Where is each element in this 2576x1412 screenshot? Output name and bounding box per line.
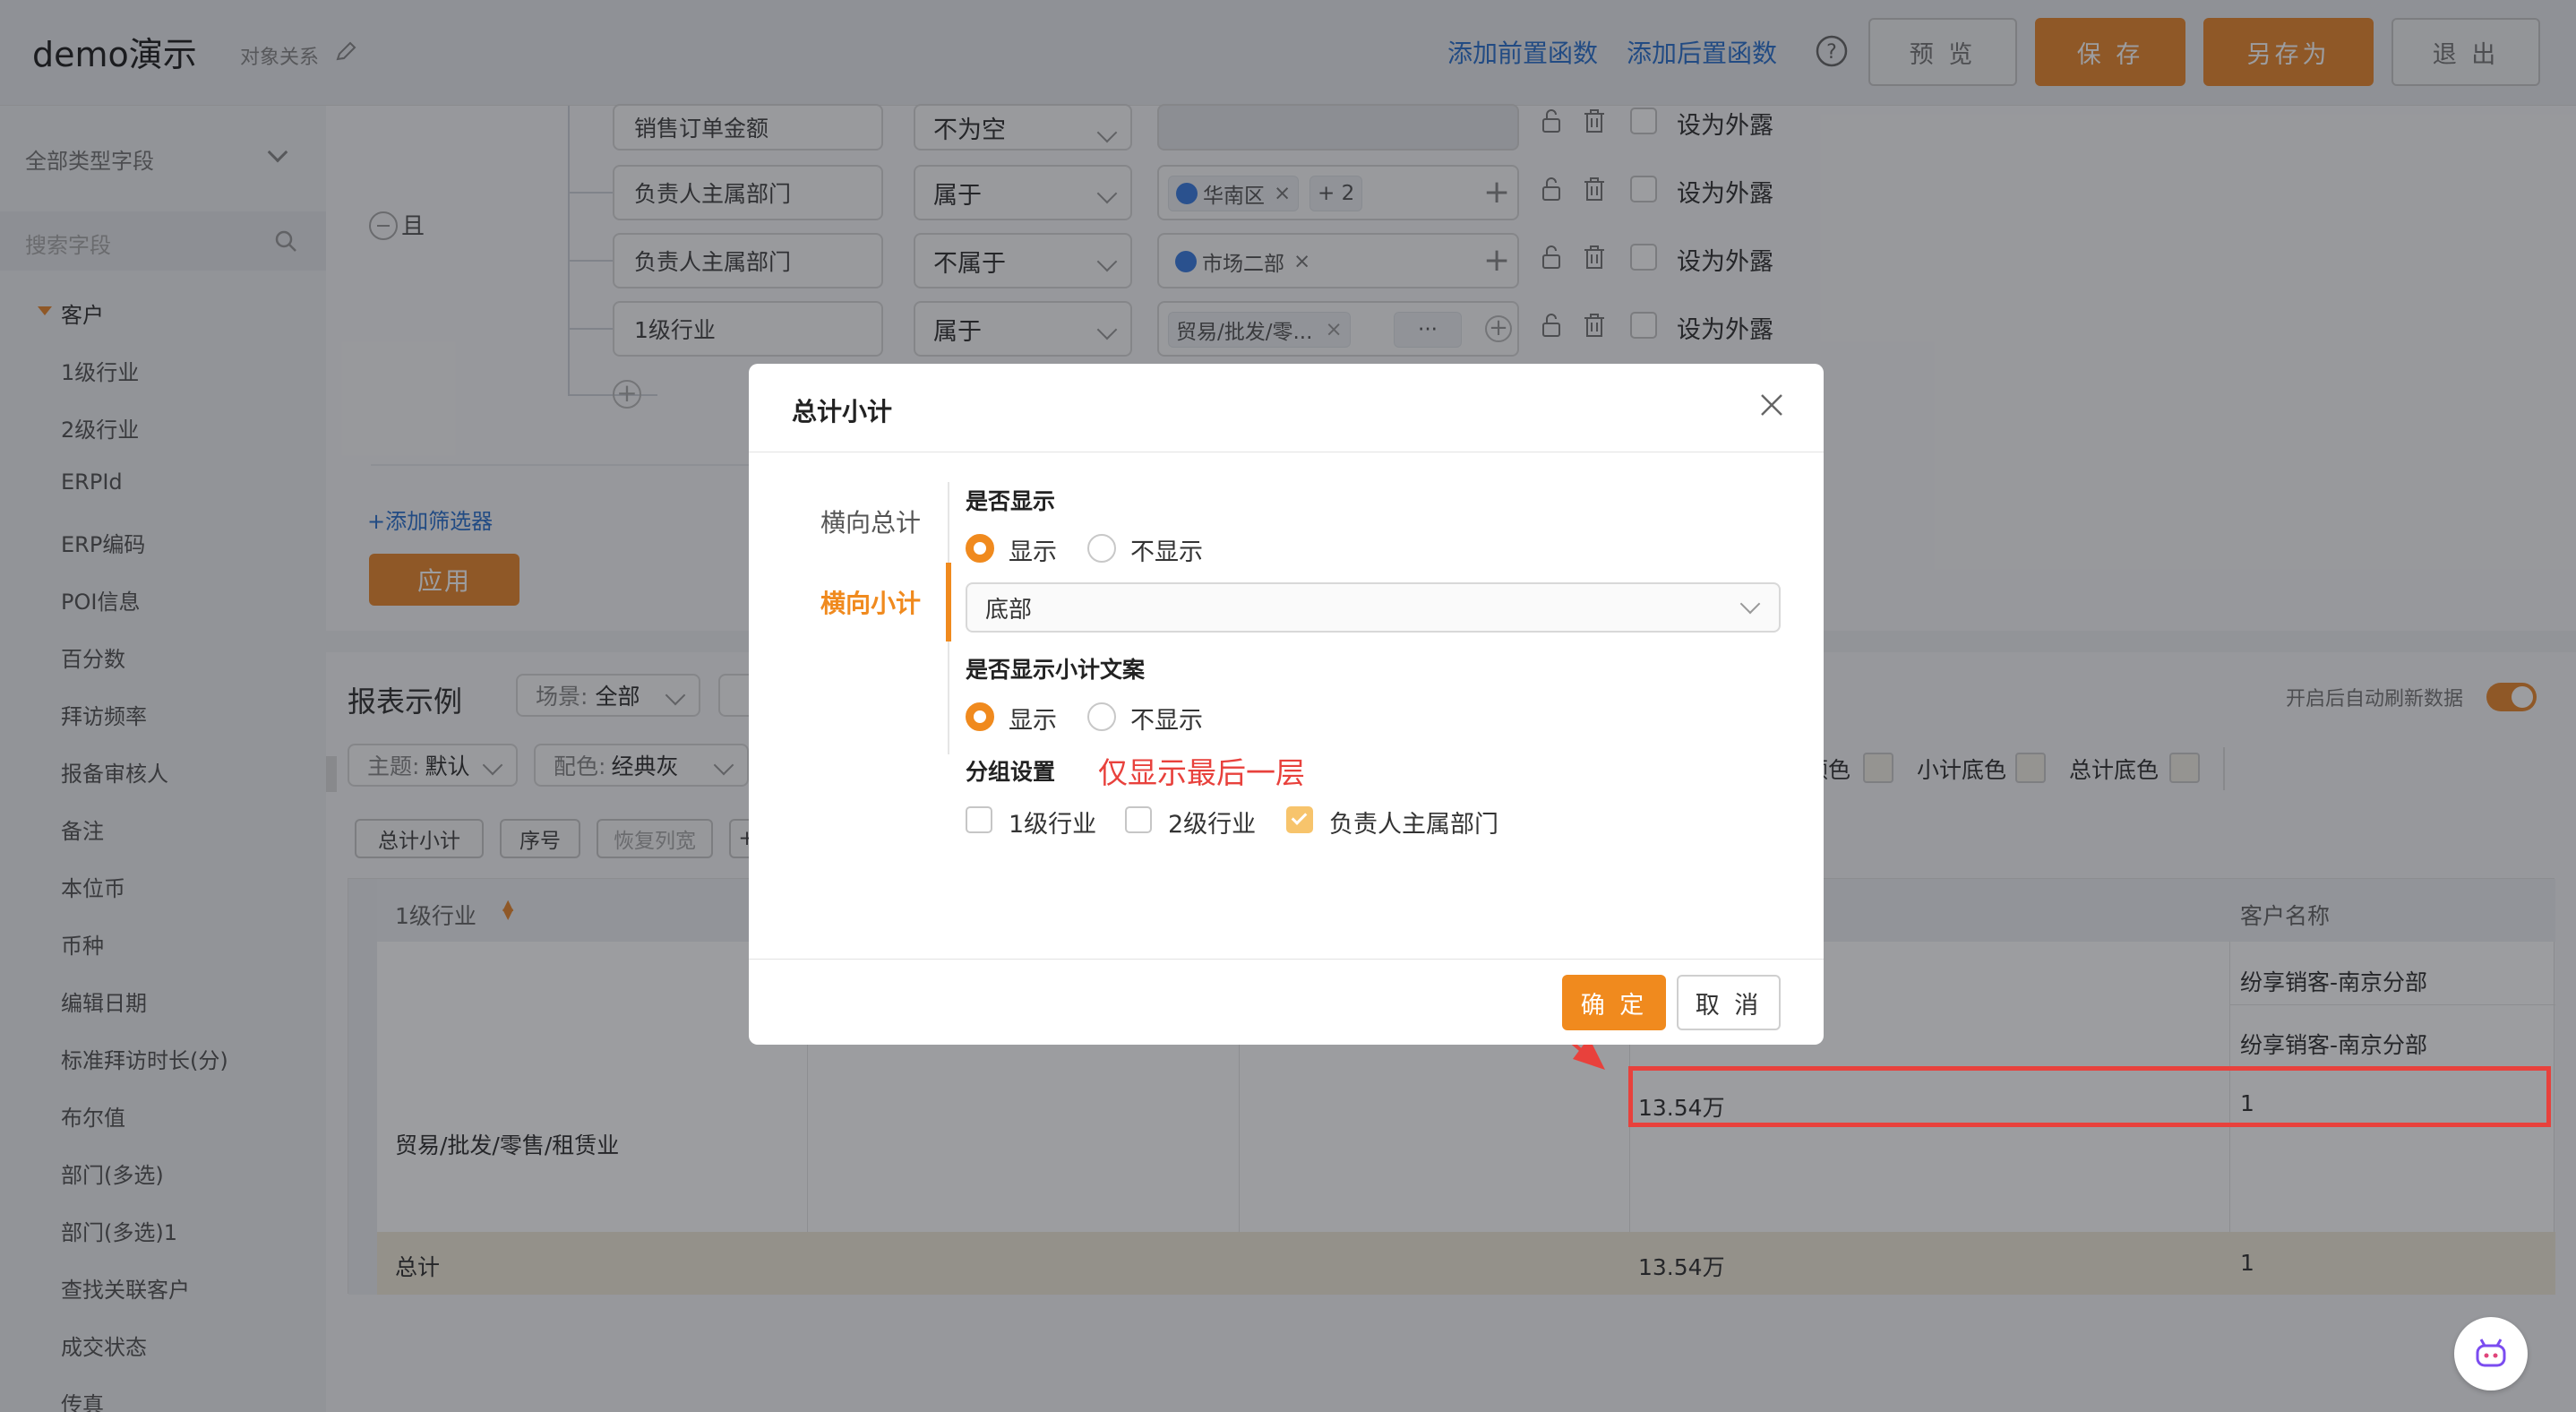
show-label: 是否显示: [966, 488, 1056, 514]
active-tab-indicator: [946, 563, 951, 641]
text-radio-yes[interactable]: [966, 702, 994, 731]
highlight-box: [1628, 1066, 2551, 1127]
group-option-1: 2级行业: [1168, 811, 1257, 839]
subtotal-modal: 总计小计 横向总计 横向小计 是否显示 显示 不显示 底部 是否显示小计文案 显…: [749, 364, 1824, 1045]
cancel-button[interactable]: 取 消: [1677, 975, 1781, 1030]
modal-footer-divider: [749, 959, 1824, 960]
show-text-label: 是否显示小计文案: [966, 657, 1146, 683]
tab-horizontal-total[interactable]: 横向总计: [820, 504, 921, 539]
text-radio-no[interactable]: [1087, 702, 1116, 731]
check-icon: [1291, 809, 1308, 825]
position-value: 底部: [985, 596, 1033, 624]
assistant-bubble[interactable]: [2454, 1317, 2528, 1390]
tab-horizontal-subtotal[interactable]: 横向小计: [820, 584, 921, 620]
text-option-no: 不显示: [1130, 707, 1203, 735]
confirm-button[interactable]: 确 定: [1562, 975, 1666, 1030]
group-checkbox-2[interactable]: [1286, 806, 1313, 833]
group-checkbox-1[interactable]: [1125, 806, 1152, 833]
group-checkbox-0[interactable]: [966, 806, 992, 833]
group-option-0: 1级行业: [1009, 811, 1097, 839]
show-option-no: 不显示: [1130, 538, 1203, 566]
modal-title: 总计小计: [792, 397, 893, 426]
position-select[interactable]: 底部: [966, 582, 1781, 633]
group-settings-label: 分组设置: [966, 759, 1056, 785]
show-radio-no[interactable]: [1087, 534, 1116, 563]
chevron-down-icon: [1739, 593, 1761, 615]
show-option-yes: 显示: [1009, 538, 1057, 566]
close-icon[interactable]: [1757, 391, 1786, 419]
annotation-text: 仅显示最后一层: [1098, 755, 1305, 790]
robot-icon: [2476, 1339, 2506, 1367]
show-radio-yes[interactable]: [966, 534, 994, 563]
group-option-2: 负责人主属部门: [1329, 811, 1498, 839]
text-option-yes: 显示: [1009, 707, 1057, 735]
